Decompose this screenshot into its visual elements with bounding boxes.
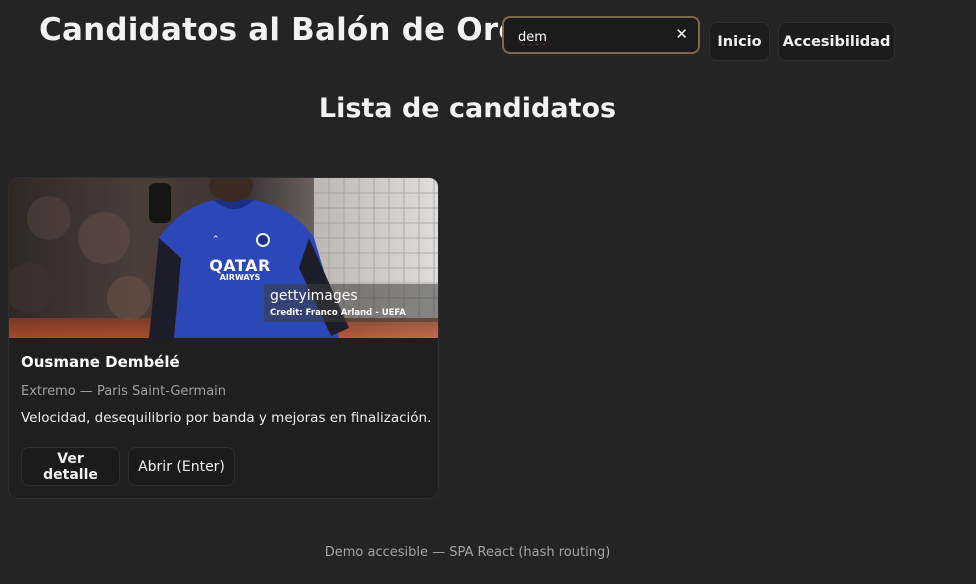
candidate-description: Velocidad, desequilibrio por banda y mej… (21, 410, 432, 426)
photo-credit: Credit: Franco Arland - UEFA (270, 308, 406, 318)
player-photo: ⌃ QATAR AIRWAYS gettyimages Credit: Fran… (9, 178, 438, 338)
candidate-position-club: Extremo — Paris Saint-Germain (21, 384, 227, 399)
search-box[interactable]: ✕ (502, 16, 700, 54)
site-title: Candidatos al Balón de Oro (39, 12, 520, 48)
footer-text: Demo accesible — SPA React (hash routing… (324, 545, 611, 560)
candidate-card: ⌃ QATAR AIRWAYS gettyimages Credit: Fran… (8, 177, 439, 499)
watermark-text: gettyimages (270, 288, 358, 304)
site-header: Candidatos al Balón de Oro ✕ Inicio Acce… (0, 0, 976, 70)
nav-home-button[interactable]: Inicio (709, 22, 770, 61)
section-title: Lista de candidatos (318, 93, 617, 124)
close-icon[interactable]: ✕ (675, 25, 688, 43)
candidate-name: Ousmane Dembélé (21, 353, 180, 371)
open-enter-button[interactable]: Abrir (Enter) (128, 447, 235, 486)
svg-text:⌃: ⌃ (212, 235, 220, 245)
nav-accessibility-button[interactable]: Accesibilidad (778, 22, 895, 61)
jersey-sponsor: QATAR AIRWAYS (205, 256, 275, 282)
view-detail-button[interactable]: Ver detalle (21, 447, 120, 486)
watermark-box: gettyimages Credit: Franco Arland - UEFA (264, 284, 438, 322)
search-input[interactable] (516, 26, 670, 48)
